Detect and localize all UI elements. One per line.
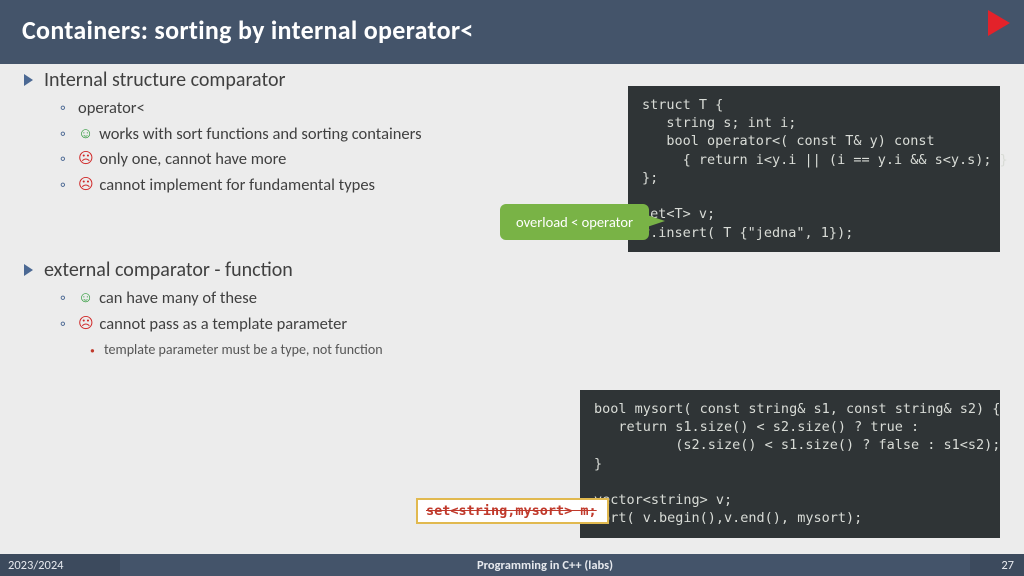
list-item: template parameter must be a type, not f… [104,339,1002,361]
slide: Containers: sorting by internal operator… [0,0,1024,576]
footer-page: 27 [970,554,1024,576]
invalid-snippet: set<string,mysort> m; [416,498,609,524]
slide-title: Containers: sorting by internal operator… [22,14,1002,46]
section-external-comparator: external comparator - function ☺ can hav… [22,258,1002,361]
smile-icon: ☺ [78,125,93,143]
footer-year: 2023/2024 [0,554,120,576]
callout-overload: overload < operator [500,204,649,240]
slide-header: Containers: sorting by internal operator… [0,0,1024,64]
play-icon[interactable] [988,10,1010,36]
sad-icon: ☹ [78,315,94,333]
sad-icon: ☹ [78,150,94,168]
sad-icon: ☹ [78,176,94,194]
slide-content: Internal structure comparator operator< … [22,68,1002,546]
footer-course: Programming in C++ (labs) [120,558,970,573]
bullet-list: ☺ can have many of these ☹ cannot pass a… [78,286,1002,361]
smile-icon: ☺ [78,289,93,307]
code-block-mysort: bool mysort( const string& s1, const str… [580,390,1000,538]
list-item: ☹ cannot pass as a template parameter te… [78,312,1002,361]
sub-bullet-list: template parameter must be a type, not f… [104,339,1002,361]
section-title: external comparator - function [44,258,1002,282]
code-block-struct: struct T { string s; int i; bool operato… [628,86,1000,252]
list-item: ☺ can have many of these [78,286,1002,312]
slide-footer: 2023/2024 Programming in C++ (labs) 27 [0,554,1024,576]
